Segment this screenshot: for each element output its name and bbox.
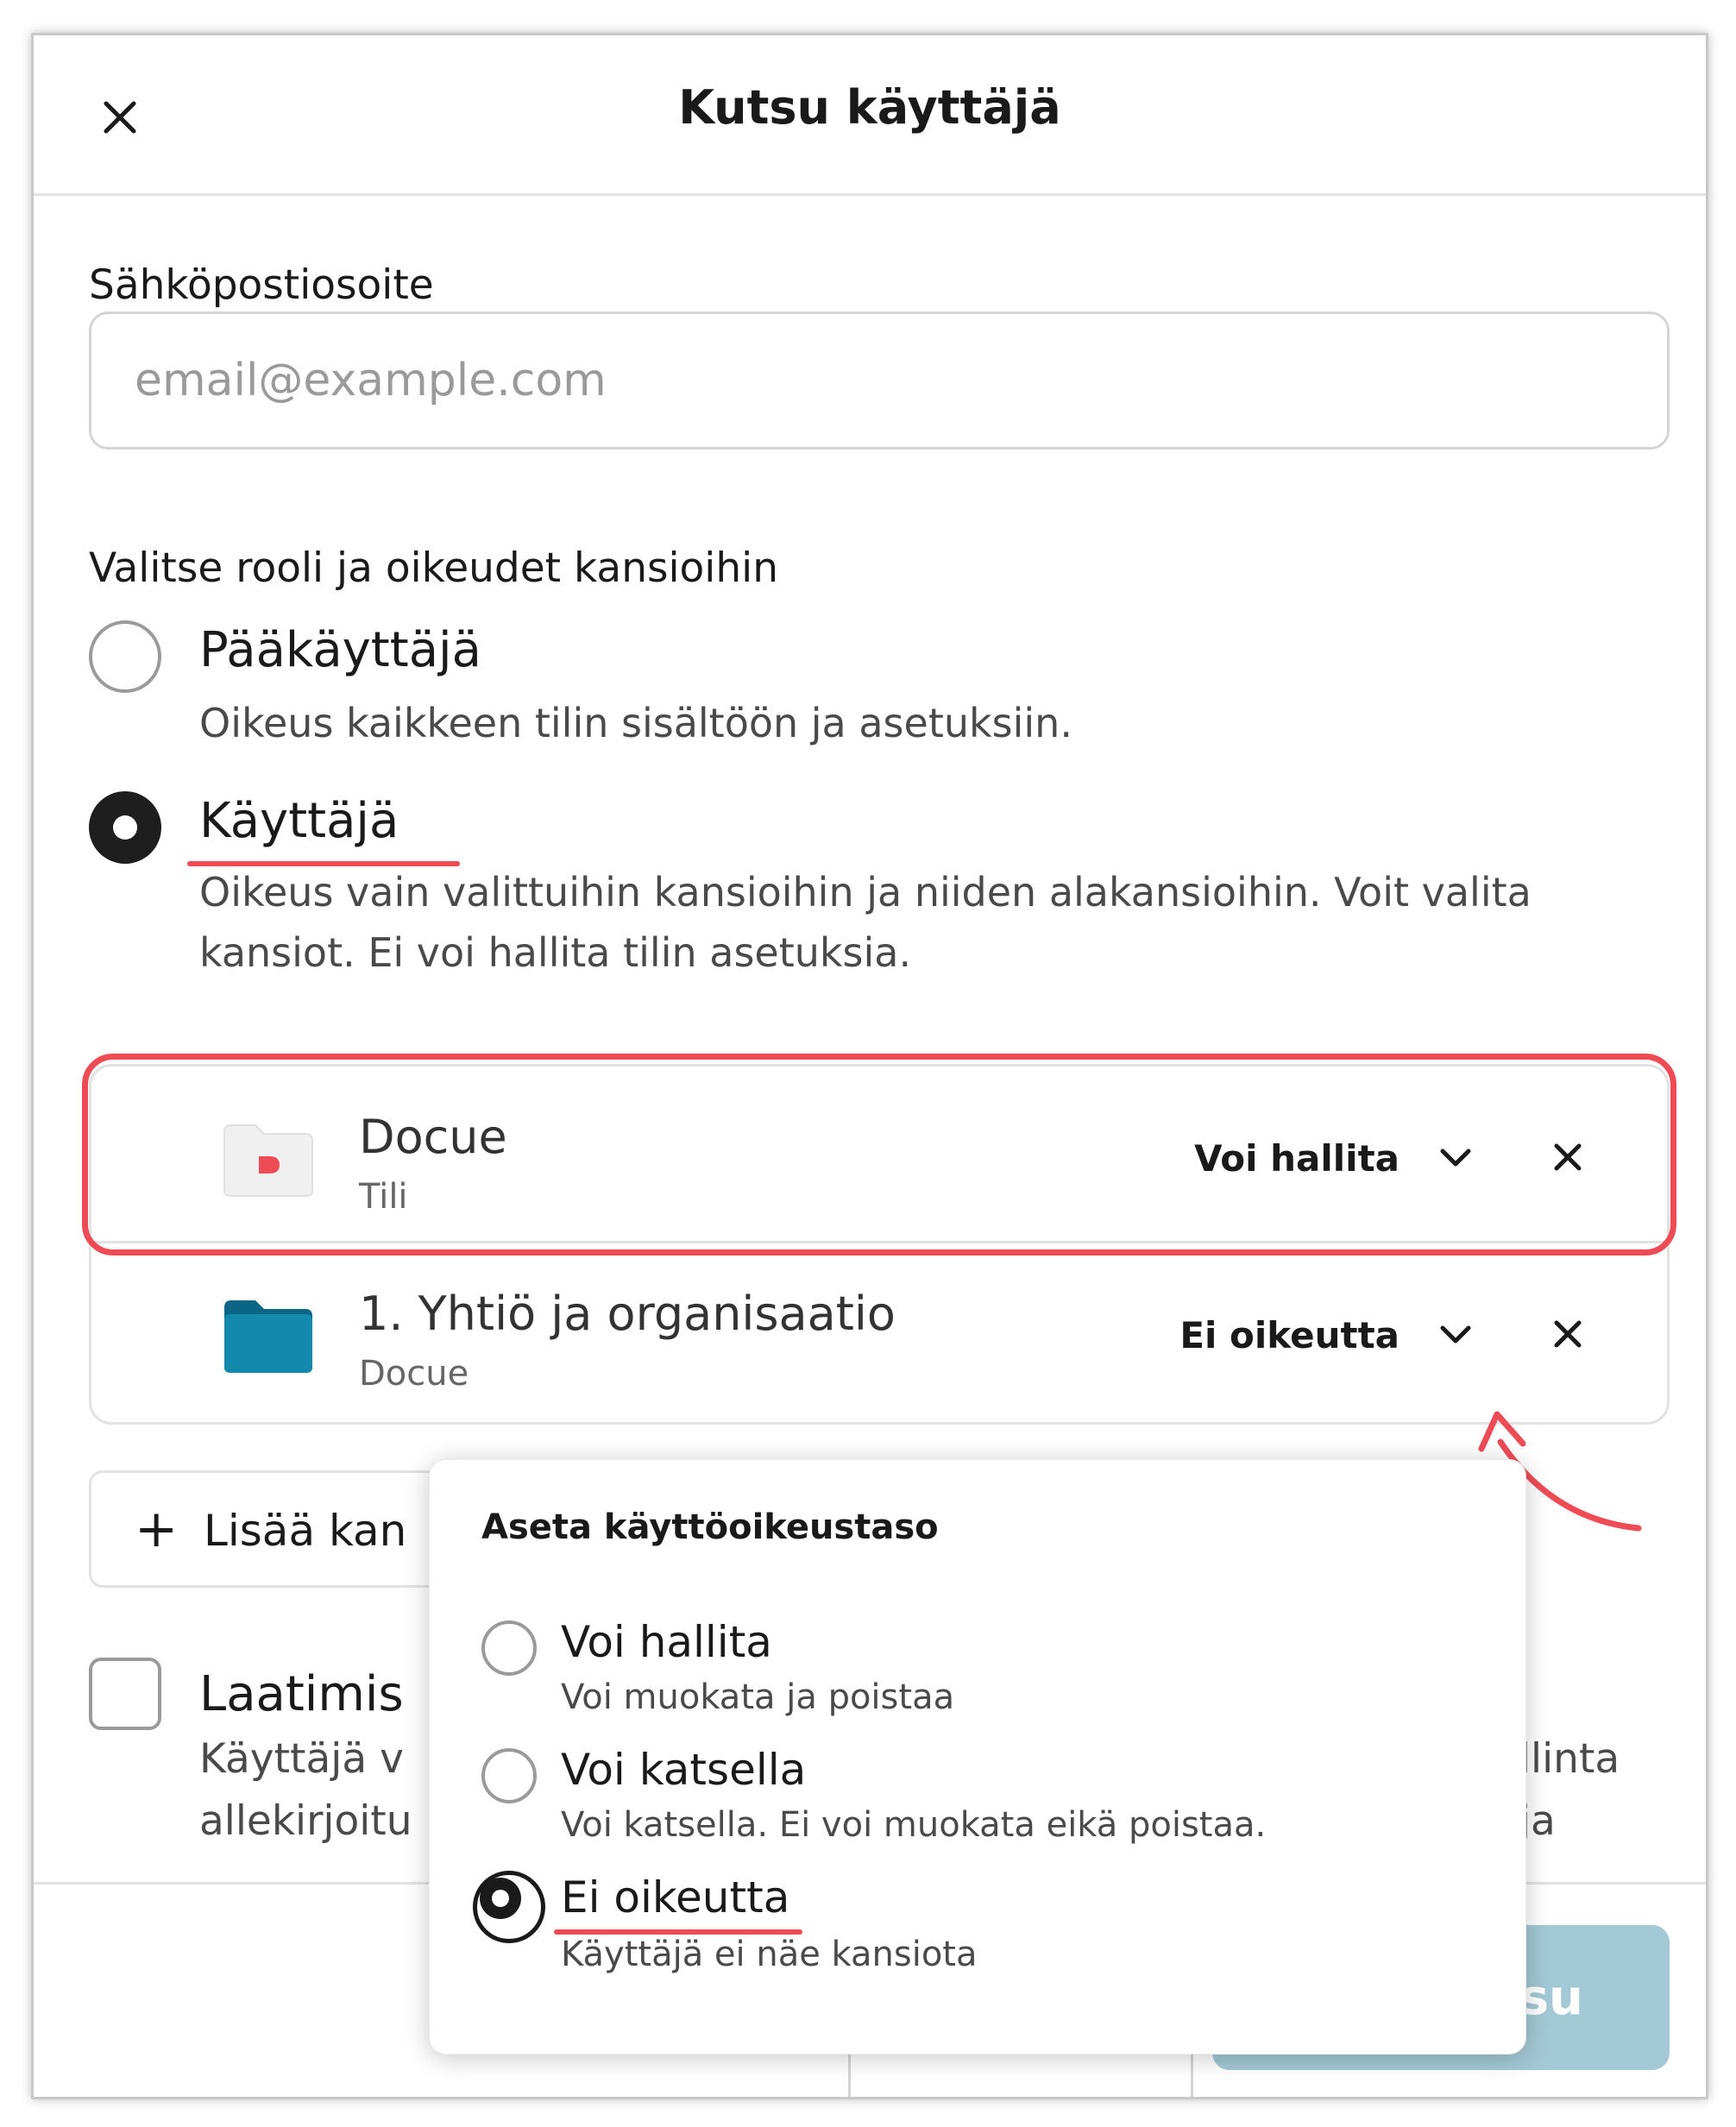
- chevron-down-icon[interactable]: [1434, 1312, 1477, 1356]
- dropdown-title: Aseta käyttöoikeustaso: [481, 1507, 939, 1547]
- role-radio-user[interactable]: [89, 791, 161, 864]
- permission-select[interactable]: Ei oikeutta: [1179, 1314, 1399, 1356]
- add-folder-label: Lisää kan: [204, 1506, 407, 1556]
- contracts-title: Laatimis: [199, 1666, 404, 1722]
- role-radio-admin[interactable]: [89, 620, 161, 693]
- folder-row: 1. Yhtiö ja organisaatio Docue Ei oikeut…: [89, 1241, 1670, 1425]
- perm-manage-title[interactable]: Voi hallita: [561, 1617, 772, 1667]
- role-user-desc: Oikeus vain valittuihin kansioihin ja ni…: [199, 869, 1532, 976]
- folder-name: 1. Yhtiö ja organisaatio: [359, 1287, 896, 1341]
- perm-radio-none[interactable]: [473, 1871, 545, 1943]
- perm-none-desc: Käyttäjä ei näe kansiota: [561, 1935, 978, 1974]
- perm-radio-view[interactable]: [481, 1748, 537, 1803]
- remove-folder-icon[interactable]: [1546, 1312, 1589, 1356]
- role-admin-title: Pääkäyttäjä: [199, 622, 481, 678]
- email-input[interactable]: [89, 311, 1670, 450]
- plus-icon: +: [135, 1499, 179, 1559]
- perm-none-title[interactable]: Ei oikeutta: [561, 1872, 789, 1922]
- role-admin-desc: Oikeus kaikkeen tilin sisältöön ja asetu…: [199, 700, 1072, 746]
- folder-sub: Docue: [359, 1354, 469, 1394]
- contracts-desc-line2: allekirjoitu: [199, 1797, 412, 1845]
- permission-dropdown: Aseta käyttöoikeustaso Voi hallita Voi m…: [429, 1459, 1526, 2055]
- perm-view-title[interactable]: Voi katsella: [561, 1745, 806, 1795]
- contracts-desc-line1: Käyttäjä v: [199, 1735, 404, 1783]
- invite-user-dialog: Kutsu käyttäjä Sähköpostiosoite Valitse …: [31, 33, 1708, 2099]
- role-heading: Valitse rooli ja oikeudet kansioihin: [89, 544, 778, 592]
- folder-icon: [224, 1300, 312, 1373]
- email-label: Sähköpostiosoite: [89, 261, 434, 309]
- perm-manage-desc: Voi muokata ja poistaa: [561, 1677, 955, 1717]
- contracts-checkbox[interactable]: [89, 1658, 161, 1730]
- contracts-desc-right: llinta ja: [1519, 1735, 1620, 1845]
- perm-view-desc: Voi katsella. Ei voi muokata eikä poista…: [561, 1805, 1267, 1845]
- annotation-highlight-box: [82, 1054, 1676, 1255]
- perm-radio-manage[interactable]: [481, 1620, 537, 1676]
- dialog-header: Kutsu käyttäjä: [34, 35, 1706, 196]
- dialog-title: Kutsu käyttäjä: [678, 80, 1061, 135]
- role-user-title: Käyttäjä: [199, 793, 399, 849]
